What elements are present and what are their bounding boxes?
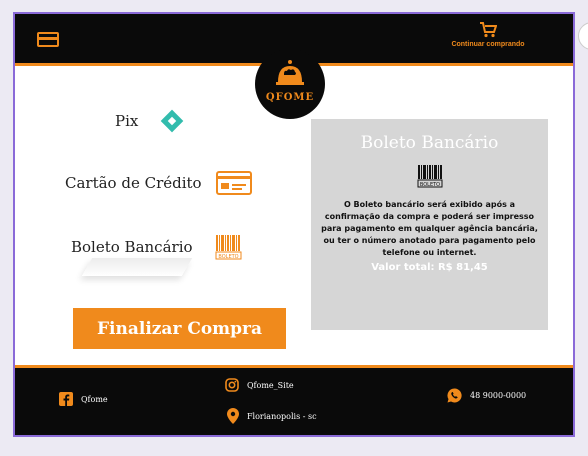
finalize-purchase-button[interactable]: Finalizar Compra [73, 308, 286, 349]
payment-card-icon[interactable] [37, 32, 59, 47]
payment-option-pix[interactable]: Pix [115, 109, 184, 133]
qfome-logo[interactable]: QFOME [255, 49, 325, 119]
instagram-icon [225, 378, 239, 392]
panel-title: Boleto Bancário [360, 133, 499, 153]
selection-shadow [81, 258, 193, 276]
boleto-label: Boleto Bancário [71, 238, 193, 256]
cart-icon [480, 22, 497, 38]
credit-card-label: Cartão de Crédito [65, 174, 202, 192]
panel-barcode-text: BOLETO [420, 182, 440, 188]
boleto-info-panel: Boleto Bancário BOLETO O Boleto bancário… [311, 119, 548, 330]
location-pin-icon [227, 408, 239, 424]
facebook-icon [59, 392, 73, 406]
floating-action-button[interactable] [578, 22, 588, 50]
boleto-barcode-icon: BOLETO [215, 235, 242, 260]
panel-description: O Boleto bancário será exibido após a co… [321, 200, 538, 257]
total-value: Valor total: R$ 81,45 [371, 262, 488, 273]
credit-card-icon [215, 171, 252, 195]
boleto-barcode-icon: BOLETO [417, 165, 443, 188]
location-info: Florianopolis - sc [227, 408, 317, 424]
phone-label: 48 9000-0000 [470, 391, 527, 400]
whatsapp-icon [447, 388, 462, 403]
facebook-label: Qfome [81, 394, 108, 404]
footer: Qfome Qfome_Site Florianopolis - sc 48 9… [15, 365, 573, 435]
pix-icon [161, 109, 184, 133]
payment-option-credit-card[interactable]: Cartão de Crédito [65, 171, 252, 195]
continue-shopping-label: Continuar comprando [451, 41, 525, 48]
location-label: Florianopolis - sc [247, 411, 317, 421]
whatsapp-link[interactable]: 48 9000-0000 [447, 388, 526, 403]
boleto-icon-text: BOLETO [218, 254, 238, 260]
chef-cloche-icon [276, 60, 304, 85]
instagram-label: Qfome_Site [247, 380, 294, 390]
payment-option-boleto[interactable]: Boleto Bancário BOLETO [71, 234, 243, 260]
instagram-link[interactable]: Qfome_Site [225, 378, 294, 392]
continue-shopping-link[interactable]: Continuar comprando [433, 22, 543, 48]
logo-text: QFOME [265, 92, 315, 103]
facebook-link[interactable]: Qfome [59, 392, 108, 406]
page-frame: Continuar comprando QFOME Pix Cartão de … [13, 12, 575, 437]
pix-label: Pix [115, 112, 139, 130]
